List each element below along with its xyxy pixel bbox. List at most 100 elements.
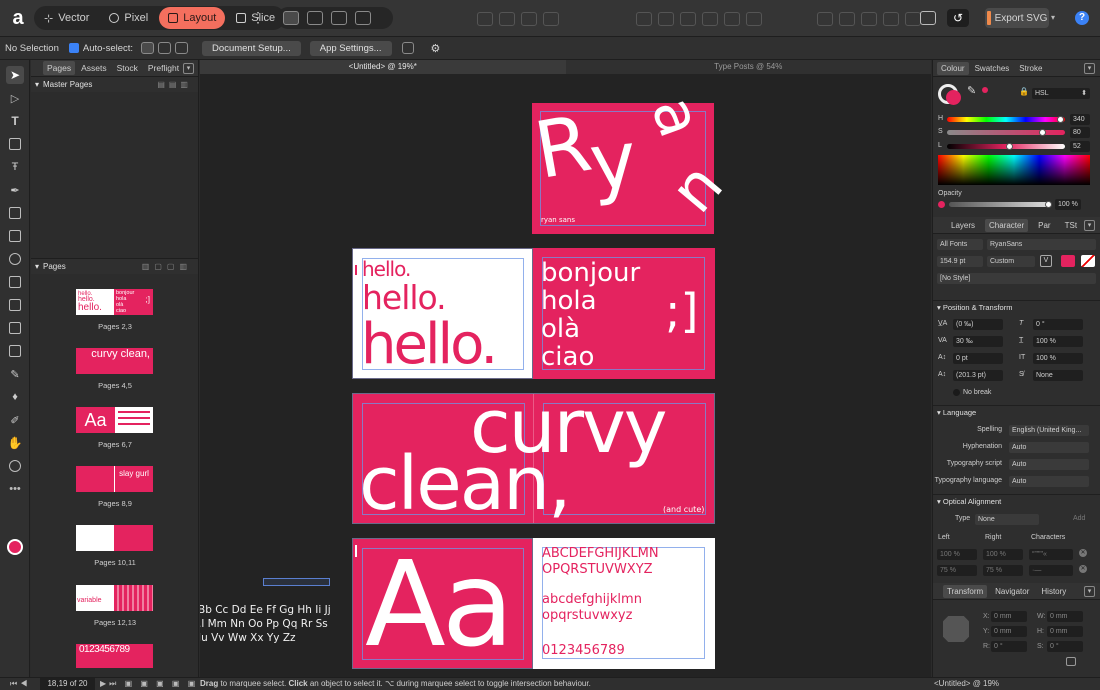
arrange-backward-icon[interactable]	[499, 12, 515, 26]
tab-stroke[interactable]: Stroke	[1015, 62, 1046, 75]
fill-well[interactable]	[946, 90, 961, 105]
master-pages-header[interactable]: ▾ Master Pages ▤▤▥	[31, 77, 198, 92]
crop-tool[interactable]	[6, 342, 24, 360]
page-thumb-12-13[interactable]: variable	[76, 585, 153, 611]
panel-menu-icon[interactable]: ▾	[183, 63, 194, 74]
align-center-icon[interactable]	[658, 12, 674, 26]
fill-tool[interactable]: ♦	[6, 388, 24, 406]
pages-header[interactable]: ▾ Pages ▥▢▢▥	[31, 259, 198, 274]
doc-tab-untitled[interactable]: <Untitled> @ 19%*	[200, 60, 566, 74]
preview-mode-icon[interactable]	[920, 11, 936, 25]
artistic-text-tool[interactable]: Ŧ	[6, 158, 24, 176]
pasteboard-text-frame[interactable]	[263, 578, 330, 586]
table-tool[interactable]	[6, 135, 24, 153]
remove-row-icon[interactable]: ✕	[1079, 565, 1087, 573]
help-icon[interactable]: ?	[1075, 11, 1089, 25]
image-tool[interactable]	[6, 273, 24, 291]
remove-row-icon[interactable]: ✕	[1079, 549, 1087, 557]
add-icon[interactable]	[817, 12, 833, 26]
eyedropper-icon[interactable]: ✎	[967, 84, 976, 97]
lightness-slider-knob[interactable]	[1006, 143, 1013, 150]
lightness-value[interactable]: 52	[1070, 141, 1090, 152]
vertical-scale-field[interactable]: 100 %	[1033, 353, 1083, 364]
leading-field[interactable]: (201.3 pt)	[953, 370, 1003, 381]
align-left-icon[interactable]	[636, 12, 652, 26]
persona-pixel[interactable]: Pixel	[100, 7, 157, 29]
position-transform-header[interactable]: ▾ Position & Transform	[933, 300, 1100, 313]
export-dropdown-icon[interactable]: ▾	[1051, 13, 1055, 22]
language-header[interactable]: ▾ Language	[933, 405, 1100, 418]
saturation-value[interactable]: 80	[1070, 127, 1090, 138]
x-field[interactable]: 0 mm	[991, 611, 1027, 622]
align-top-icon[interactable]	[702, 12, 718, 26]
grid-icon[interactable]	[331, 11, 347, 25]
align-right-icon[interactable]	[680, 12, 696, 26]
hue-value[interactable]: 340	[1070, 114, 1090, 125]
saturation-slider[interactable]	[947, 130, 1065, 135]
pasteboard-alphabet[interactable]: Bb Cc Dd Ee Ff Gg Hh Ii Jj .l Mm Nn Oo P…	[200, 603, 331, 645]
kerning-field[interactable]: (0 ‰)	[953, 319, 1003, 330]
optical-alignment-header[interactable]: ▾ Optical Alignment	[933, 494, 1100, 507]
cover-page[interactable]: R y a n ryan sans	[529, 88, 737, 234]
tab-text-styles[interactable]: TSt	[1061, 219, 1081, 232]
transform-options-icon[interactable]	[1066, 657, 1076, 666]
panel-menu-icon[interactable]: ▾	[1084, 63, 1095, 74]
intersect-icon[interactable]	[861, 12, 877, 26]
baseline-field[interactable]: 0 pt	[953, 353, 1003, 364]
typography-language-select[interactable]: Auto	[1009, 476, 1089, 487]
fill-swatch[interactable]	[7, 539, 23, 555]
font-family-select[interactable]: RyanSans	[987, 239, 1096, 250]
anchor-selector-icon[interactable]	[943, 616, 969, 642]
assistant-icon[interactable]: ↺	[947, 9, 969, 27]
vector-crop-tool[interactable]	[6, 296, 24, 314]
opacity-value[interactable]: 100 %	[1055, 199, 1081, 210]
persona-vector[interactable]: ⊹ Vector	[35, 7, 98, 29]
page-thumb-4-5[interactable]: curvy clean,	[76, 348, 153, 374]
move-tool[interactable]: ➤	[6, 66, 24, 84]
right-value-2[interactable]: 75 %	[983, 565, 1023, 576]
font-size-field[interactable]: 154.9 pt	[937, 256, 983, 267]
arrange-front-icon[interactable]	[543, 12, 559, 26]
doc-tab-type-posts[interactable]: Type Posts @ 54%	[566, 60, 932, 74]
no-break-checkbox[interactable]	[953, 389, 960, 396]
italic-angle-field[interactable]: 0 °	[1033, 319, 1083, 330]
page-counter[interactable]: 18,19 of 20	[40, 678, 95, 690]
greetings-page[interactable]: bonjour hola olà ciao ;]	[533, 248, 715, 379]
aa-page[interactable]: Aa	[352, 538, 533, 669]
tab-character[interactable]: Character	[985, 218, 1029, 232]
xor-icon[interactable]	[883, 12, 899, 26]
panel-menu-icon[interactable]: ▾	[1084, 586, 1095, 597]
snap-icon[interactable]	[355, 11, 371, 25]
page-thumb-6-7[interactable]: Aa	[76, 407, 153, 433]
typography-script-select[interactable]: Auto	[1009, 459, 1089, 470]
y-field[interactable]: 0 mm	[991, 626, 1027, 637]
select-mode-icon[interactable]	[141, 42, 155, 54]
gear-icon[interactable]: ⚙	[431, 42, 441, 55]
shear-select[interactable]: None	[1033, 370, 1083, 381]
left-value-2[interactable]: 75 %	[937, 565, 977, 576]
text-style-select[interactable]: [No Style]	[937, 273, 1096, 284]
hello-page[interactable]: hello. hello. hello.	[352, 248, 533, 379]
highlight-colour-well[interactable]	[1081, 255, 1095, 267]
page-thumb-8-9[interactable]: slay gurl	[76, 466, 153, 492]
panel-menu-icon[interactable]: ▾	[1084, 220, 1095, 231]
view-tool[interactable]: ✋	[6, 434, 24, 452]
tab-paragraph[interactable]: Par	[1034, 219, 1054, 232]
characters-value-1[interactable]: “”'""«	[1029, 549, 1073, 560]
export-button[interactable]: Export SVG	[985, 8, 1049, 28]
alignment-type-select[interactable]: None	[975, 514, 1039, 525]
left-value-1[interactable]: 100 %	[937, 549, 977, 560]
opacity-slider[interactable]	[949, 202, 1049, 207]
tab-assets[interactable]: Assets	[77, 61, 111, 75]
tab-transform[interactable]: Transform	[943, 584, 988, 598]
picture-frame-tool[interactable]	[6, 227, 24, 245]
page-thumb-14-15[interactable]: 0123456789	[76, 644, 153, 668]
rotation-field[interactable]: 0 °	[991, 641, 1027, 652]
autoselect-toggle[interactable]: Auto-select:	[68, 43, 133, 54]
document-canvas[interactable]: <Untitled> @ 19%* Type Posts @ 54% R y a…	[200, 60, 931, 677]
node-tool[interactable]: ▷	[6, 89, 24, 107]
more-menu-button[interactable]: ⋮	[251, 9, 265, 26]
page-thumb-10-11[interactable]	[76, 525, 153, 551]
tab-layers[interactable]: Layers	[947, 219, 979, 232]
shear-field[interactable]: 0 °	[1047, 641, 1083, 652]
